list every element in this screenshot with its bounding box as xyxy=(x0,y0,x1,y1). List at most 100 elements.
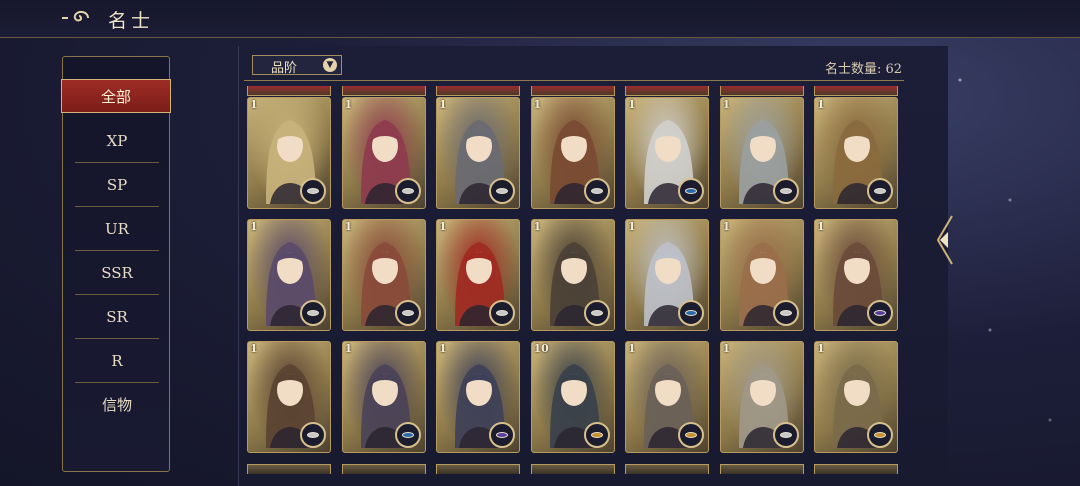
card-level: 1 xyxy=(628,98,636,111)
sidebar-item-all[interactable]: 全部 xyxy=(61,79,171,113)
sidebar-item-sr[interactable]: SR xyxy=(75,295,159,339)
card-level: 1 xyxy=(722,220,731,233)
card-level: 1 xyxy=(439,220,447,233)
card-level: 10 xyxy=(533,342,549,355)
card-type-badge-icon xyxy=(678,422,704,448)
sidebar-item-r[interactable]: R xyxy=(75,339,159,383)
sidebar: 全部 XP SP UR SSR SR R 信物 xyxy=(61,56,171,472)
hero-card[interactable]: 1 xyxy=(814,97,898,209)
back-swirl-icon[interactable] xyxy=(58,6,98,30)
sidebar-item-ur[interactable]: UR xyxy=(75,207,159,251)
eye-emblem-icon xyxy=(874,310,886,316)
card-level: 1 xyxy=(250,342,258,355)
divider xyxy=(244,80,904,81)
hero-card-partial xyxy=(341,86,426,96)
card-type-badge-icon xyxy=(772,422,799,448)
sidebar-item-sp[interactable]: SP xyxy=(75,163,159,207)
hero-card[interactable]: 1 xyxy=(530,97,615,209)
hero-card[interactable]: 1 xyxy=(814,219,898,331)
hero-card[interactable]: 1 xyxy=(247,341,331,453)
card-type-badge-icon xyxy=(867,300,893,326)
eye-emblem-icon xyxy=(496,188,508,194)
card-type-badge-icon xyxy=(867,178,893,204)
card-level: 1 xyxy=(344,342,353,355)
hero-card[interactable]: 1 xyxy=(436,219,520,331)
eye-emblem-icon xyxy=(307,310,319,316)
sidebar-item-xp[interactable]: XP xyxy=(75,119,159,163)
card-type-badge-icon xyxy=(300,300,326,326)
hero-card[interactable]: 1 xyxy=(341,219,426,331)
card-type-badge-icon xyxy=(300,422,326,448)
card-level: 1 xyxy=(533,98,542,111)
hero-card[interactable]: 1 xyxy=(719,97,804,209)
card-type-badge-icon xyxy=(300,178,326,204)
hero-card[interactable]: 10 xyxy=(530,341,615,453)
page-title: 名士 xyxy=(108,10,155,32)
eye-emblem-icon xyxy=(874,188,886,194)
hero-card[interactable]: 1 xyxy=(625,97,709,209)
eye-emblem-icon xyxy=(590,432,603,438)
top-bar: 名士 xyxy=(0,0,1080,38)
eye-emblem-icon xyxy=(874,432,886,438)
card-level: 1 xyxy=(817,98,825,111)
card-level: 1 xyxy=(533,220,542,233)
hero-card[interactable]: 1 xyxy=(247,219,331,331)
card-level: 1 xyxy=(722,342,731,355)
hero-card-partial xyxy=(719,86,804,96)
hero-card[interactable]: 1 xyxy=(814,341,898,453)
hero-card[interactable]: 1 xyxy=(719,341,804,453)
hero-card-partial xyxy=(625,464,709,474)
card-level: 1 xyxy=(439,342,447,355)
hero-card[interactable]: 1 xyxy=(719,219,804,331)
eye-emblem-icon xyxy=(401,432,414,438)
card-type-badge-icon xyxy=(489,422,515,448)
card-level: 1 xyxy=(250,98,258,111)
card-type-badge-icon xyxy=(489,300,515,326)
hero-card[interactable]: 1 xyxy=(436,341,520,453)
eye-emblem-icon xyxy=(401,310,414,316)
card-type-badge-icon xyxy=(583,422,610,448)
hero-card-partial xyxy=(530,464,615,474)
hero-card[interactable]: 1 xyxy=(341,341,426,453)
eye-emblem-icon xyxy=(590,310,603,316)
eye-emblem-icon xyxy=(779,432,792,438)
card-type-badge-icon xyxy=(583,178,610,204)
eye-emblem-icon xyxy=(685,310,697,316)
card-level: 1 xyxy=(722,98,731,111)
hero-card[interactable]: 1 xyxy=(247,97,331,209)
eye-emblem-icon xyxy=(590,188,603,194)
hero-card[interactable]: 1 xyxy=(625,341,709,453)
hero-card-partial xyxy=(436,464,520,474)
card-type-badge-icon xyxy=(772,178,799,204)
sidebar-item-ssr[interactable]: SSR xyxy=(75,251,159,295)
eye-emblem-icon xyxy=(685,188,697,194)
hero-card[interactable]: 1 xyxy=(530,219,615,331)
card-level: 1 xyxy=(817,220,825,233)
sidebar-item-token[interactable]: 信物 xyxy=(75,383,159,427)
expand-panel-arrow-icon[interactable] xyxy=(930,212,956,268)
eye-emblem-icon xyxy=(496,432,508,438)
chevron-down-icon: ▼ xyxy=(323,58,337,72)
card-type-badge-icon xyxy=(772,300,799,326)
grade-filter-label: 品阶 xyxy=(271,61,298,76)
eye-emblem-icon xyxy=(685,432,697,438)
hero-card[interactable]: 1 xyxy=(625,219,709,331)
card-type-badge-icon xyxy=(489,178,515,204)
hero-card-partial xyxy=(247,86,331,96)
card-level: 1 xyxy=(344,220,353,233)
hero-card[interactable]: 1 xyxy=(341,97,426,209)
hero-card-partial xyxy=(814,464,898,474)
card-type-badge-icon xyxy=(583,300,610,326)
card-type-badge-icon xyxy=(394,300,421,326)
eye-emblem-icon xyxy=(496,310,508,316)
hero-card[interactable]: 1 xyxy=(436,97,520,209)
card-level: 1 xyxy=(817,342,825,355)
card-level: 1 xyxy=(628,342,636,355)
card-type-badge-icon xyxy=(394,422,421,448)
grade-filter-dropdown[interactable]: 品阶 ▼ xyxy=(252,55,342,76)
card-type-badge-icon xyxy=(678,300,704,326)
hero-card-partial xyxy=(341,464,426,474)
card-level: 1 xyxy=(344,98,353,111)
hero-card-partial xyxy=(530,86,615,96)
hero-card-partial xyxy=(814,86,898,96)
